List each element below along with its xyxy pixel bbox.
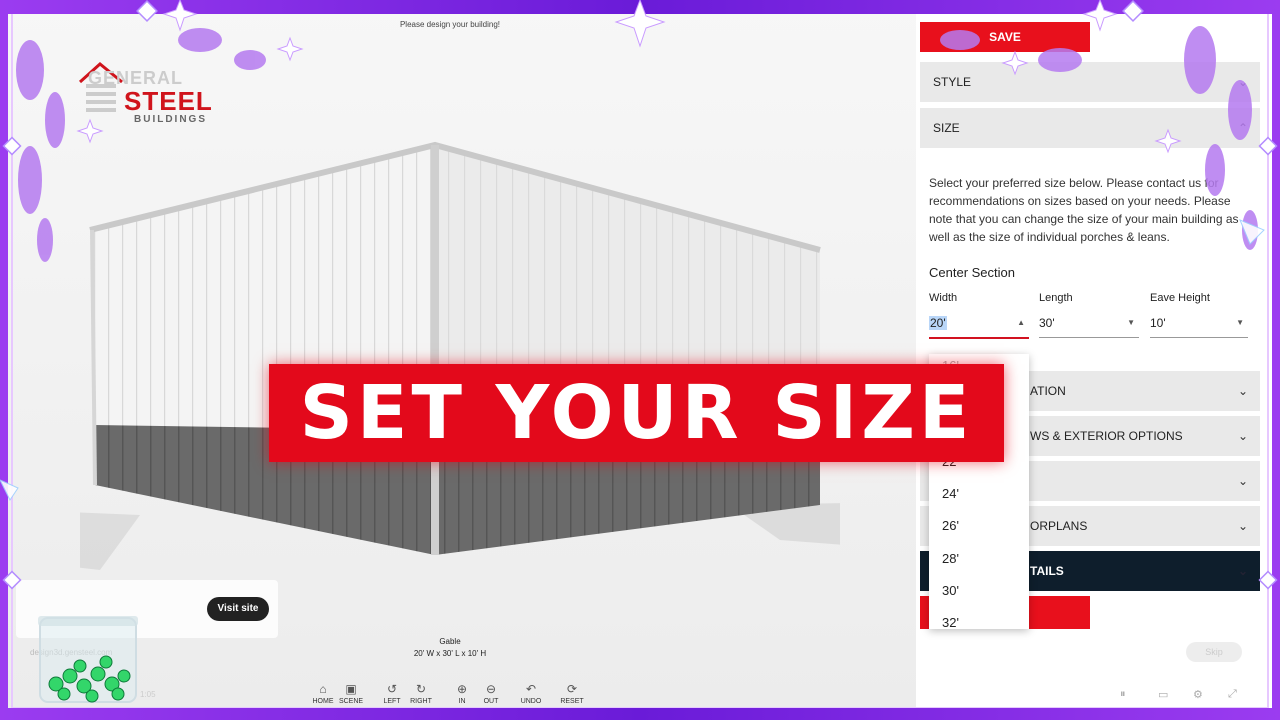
center-section-heading: Center Section bbox=[929, 265, 1015, 280]
caret-down-icon: ▼ bbox=[1127, 318, 1135, 327]
banner-title: SET YOUR SIZE bbox=[299, 370, 974, 456]
left-label: LEFT bbox=[383, 698, 401, 705]
building-style: Gable bbox=[439, 637, 461, 646]
width-option[interactable]: 28' bbox=[942, 551, 959, 566]
in-label: IN bbox=[458, 698, 466, 705]
undo-icon: ↶ bbox=[525, 682, 537, 696]
eave-height-value: 10' bbox=[1150, 316, 1166, 330]
company-logo[interactable]: GENERAL STEEL BUILDINGS bbox=[78, 62, 218, 132]
save-button[interactable]: SAVE bbox=[920, 22, 1090, 52]
set-size-banner: SET YOUR SIZE bbox=[269, 364, 1004, 462]
width-value: 20' bbox=[929, 316, 947, 330]
logo-line-3: BUILDINGS bbox=[134, 114, 207, 125]
width-option[interactable]: 32' bbox=[942, 615, 959, 630]
scene-label: SCENE bbox=[338, 698, 364, 705]
location-label: ATION bbox=[1030, 384, 1066, 398]
exterior-options-label: WS & EXTERIOR OPTIONS bbox=[1030, 429, 1183, 443]
settings-icon[interactable]: ⚙ bbox=[1193, 688, 1203, 701]
width-option[interactable]: 26' bbox=[942, 518, 959, 533]
zoom-out-button[interactable]: ⊖ OUT bbox=[471, 680, 511, 705]
reset-label: RESET bbox=[560, 698, 584, 705]
pause-icon[interactable]: ⏸ bbox=[1120, 688, 1126, 701]
reset-button[interactable]: ⟳ RESET bbox=[552, 680, 592, 705]
caret-down-icon: ▼ bbox=[1236, 318, 1244, 327]
length-value: 30' bbox=[1039, 316, 1055, 330]
style-label: STYLE bbox=[933, 75, 972, 89]
building-dimensions: 20' W x 30' L x 10' H bbox=[413, 649, 487, 658]
building-info: Gable 20' W x 30' L x 10' H bbox=[320, 636, 580, 660]
logo-line-2: STEEL bbox=[124, 86, 213, 116]
chevron-down-icon: ⌄ bbox=[1237, 429, 1248, 443]
out-label: OUT bbox=[483, 698, 499, 705]
undo-button[interactable]: ↶ UNDO bbox=[511, 680, 551, 705]
eave-height-select[interactable]: 10' ▼ bbox=[1150, 313, 1248, 338]
rotate-right-icon: ↻ bbox=[415, 682, 427, 696]
eave-height-label: Eave Height bbox=[1150, 292, 1210, 304]
chevron-down-icon: ⌄ bbox=[1237, 519, 1248, 533]
caret-up-icon: ▲ bbox=[1017, 318, 1025, 327]
rotate-right-button[interactable]: ↻ RIGHT bbox=[401, 680, 441, 705]
chevron-down-icon: ⌄ bbox=[1237, 564, 1248, 578]
width-option[interactable]: 24' bbox=[942, 486, 959, 501]
chevron-down-icon: ⌄ bbox=[1237, 384, 1248, 398]
fullscreen-icon[interactable]: ⤢ bbox=[1228, 688, 1237, 701]
width-option[interactable]: 30' bbox=[942, 583, 959, 598]
undo-label: UNDO bbox=[520, 698, 542, 705]
video-time: 1:05 bbox=[140, 690, 156, 699]
width-label: Width bbox=[929, 292, 958, 304]
3d-viewer[interactable]: Please design your building! GENERAL STE… bbox=[0, 0, 916, 720]
scene-icon: ▣ bbox=[345, 682, 357, 696]
scene-button[interactable]: ▣ SCENE bbox=[331, 680, 371, 705]
length-label: Length bbox=[1039, 292, 1073, 304]
reset-icon: ⟳ bbox=[566, 682, 578, 696]
length-select[interactable]: 30' ▼ bbox=[1039, 313, 1139, 338]
visit-site-button[interactable]: Visit site bbox=[207, 597, 269, 621]
skip-button[interactable]: Skip bbox=[1186, 642, 1242, 662]
chevron-down-icon: ⌄ bbox=[1237, 474, 1248, 488]
zoom-out-icon: ⊖ bbox=[485, 682, 497, 696]
top-message: Please design your building! bbox=[399, 20, 501, 29]
details-label: TAILS bbox=[1030, 564, 1064, 578]
building-3d-model[interactable] bbox=[80, 130, 840, 570]
captions-icon[interactable]: ▭ bbox=[1158, 688, 1168, 701]
chevron-up-icon: ⌃ bbox=[1237, 121, 1248, 135]
width-select[interactable]: 20' ▲ bbox=[929, 313, 1029, 339]
accordion-style[interactable]: STYLE ⌄ bbox=[920, 62, 1260, 102]
floorplans-label: ORPLANS bbox=[1030, 519, 1088, 533]
size-description: Select your preferred size below. Please… bbox=[929, 176, 1239, 244]
size-label: SIZE bbox=[933, 121, 960, 135]
jar-decoration-icon bbox=[38, 616, 138, 703]
chevron-down-icon: ⌄ bbox=[1237, 75, 1248, 89]
accordion-size[interactable]: SIZE ⌃ bbox=[920, 108, 1260, 148]
right-label: RIGHT bbox=[410, 698, 432, 705]
